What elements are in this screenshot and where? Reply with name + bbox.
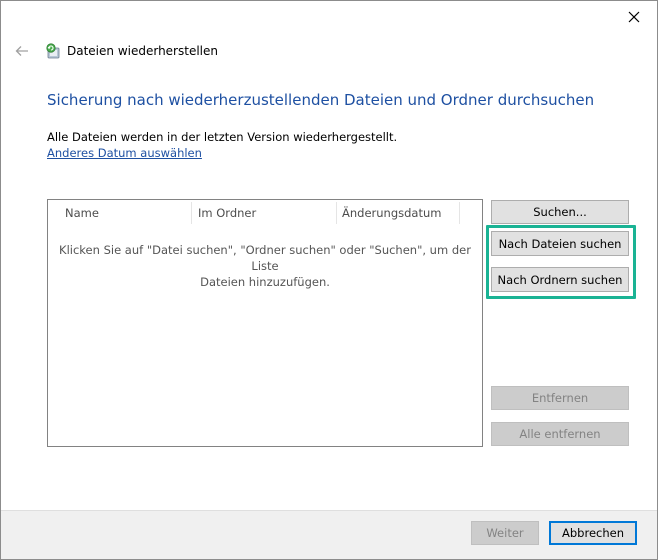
search-files-button[interactable]: Nach Dateien suchen <box>491 231 629 256</box>
restore-files-icon <box>46 43 60 59</box>
restore-files-window: Dateien wiederherstellen Sicherung nach … <box>0 0 658 560</box>
search-folders-button[interactable]: Nach Ordnern suchen <box>491 267 629 292</box>
cancel-button[interactable]: Abbrechen <box>549 521 637 545</box>
file-list[interactable]: Name Im Ordner Änderungsdatum Klicken Si… <box>47 199 483 447</box>
column-header-name[interactable]: Name <box>61 200 191 226</box>
column-separator[interactable] <box>191 202 192 224</box>
close-icon <box>628 11 640 23</box>
next-button[interactable]: Weiter <box>471 521 539 545</box>
change-date-link[interactable]: Anderes Datum auswählen <box>47 146 202 160</box>
remove-all-button[interactable]: Alle entfernen <box>491 422 629 446</box>
column-header-folder[interactable]: Im Ordner <box>194 200 334 226</box>
column-separator[interactable] <box>336 202 337 224</box>
version-info-text: Alle Dateien werden in der letzten Versi… <box>47 130 398 144</box>
empty-list-message: Klicken Sie auf "Datei suchen", "Ordner … <box>58 242 472 290</box>
close-button[interactable] <box>611 1 657 33</box>
back-button[interactable] <box>13 42 31 60</box>
page-heading: Sicherung nach wiederherzustellenden Dat… <box>47 91 595 109</box>
empty-list-message-line: Klicken Sie auf "Datei suchen", "Ordner … <box>59 243 471 273</box>
window-title: Dateien wiederherstellen <box>67 44 218 58</box>
remove-button[interactable]: Entfernen <box>491 386 629 410</box>
dialog-footer: Weiter Abbrechen <box>1 510 657 559</box>
back-arrow-icon <box>15 46 28 56</box>
search-button[interactable]: Suchen... <box>491 200 629 224</box>
empty-list-message-line: Dateien hinzuzufügen. <box>200 275 330 289</box>
column-header-modified-date[interactable]: Änderungsdatum <box>338 200 458 226</box>
column-separator[interactable] <box>459 202 460 224</box>
